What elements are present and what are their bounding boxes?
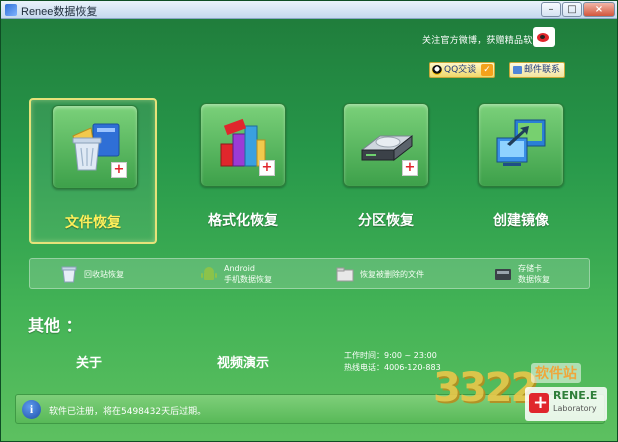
feature-file-recovery[interactable]: + 文件恢复	[29, 98, 157, 244]
android-icon	[201, 267, 217, 280]
hotline: 热线电话：4006-120-883	[344, 363, 441, 372]
sub-label: 回收站恢复	[84, 270, 124, 279]
add-badge-icon: +	[402, 160, 418, 176]
quick-actions-bar: 回收站恢复 Android 手机数据恢复 恢复被删除的文件 存储卡 数据恢复	[29, 258, 590, 289]
sub-android-recovery[interactable]: Android 手机数据恢复	[200, 262, 310, 287]
close-button[interactable]: ×	[583, 2, 615, 17]
sub-label: 恢复被删除的文件	[360, 270, 424, 279]
weibo-icon[interactable]	[533, 27, 555, 47]
other-section-title: 其他 ：	[28, 316, 82, 335]
email-contact-label: 邮件联系	[524, 65, 561, 75]
feature-create-image[interactable]: 创建镜像	[457, 98, 585, 244]
checkmark-icon: ✓	[481, 64, 493, 76]
sub-label: 存储卡	[518, 264, 542, 273]
memory-card-icon	[495, 269, 511, 280]
sub-label-2: 数据恢复	[518, 275, 550, 284]
weibo-follow-text[interactable]: 关注官方微博，获赠精品软件	[422, 33, 542, 46]
feature-label: 文件恢复	[65, 215, 121, 231]
qq-chat-label: QQ交谈	[444, 65, 477, 75]
brand-logo: RENE.E Laboratory	[525, 387, 607, 421]
watermark-site: 软件站	[531, 363, 581, 383]
qq-chat-button[interactable]: QQ交谈 ✓	[429, 62, 495, 78]
image-backup-icon	[496, 119, 546, 166]
feature-label: 格式化恢复	[208, 213, 278, 229]
feature-partition-recovery[interactable]: + 分区恢复	[322, 98, 450, 244]
sub-memory-card-recovery[interactable]: 存储卡 数据恢复	[494, 262, 584, 287]
watermark-number: 3322	[433, 365, 538, 411]
sub-recycle-bin-recovery[interactable]: 回收站恢复	[60, 262, 170, 287]
registration-status: 软件已注册，将在5498432天后过期。	[49, 407, 207, 417]
feature-tile	[478, 103, 564, 187]
about-link[interactable]: 关于	[76, 352, 102, 371]
add-badge-icon: +	[259, 160, 275, 176]
video-demo-link[interactable]: 视频演示	[217, 352, 269, 371]
feature-tile: +	[200, 103, 286, 187]
minimize-button[interactable]: –	[541, 2, 561, 17]
mail-icon	[513, 66, 522, 74]
app-icon	[5, 4, 17, 16]
feature-label: 分区恢复	[358, 213, 414, 229]
brand-name: RENE.E	[553, 389, 598, 402]
renee-logo-icon	[529, 392, 549, 413]
qq-penguin-icon	[432, 65, 442, 75]
sub-label-2: 手机数据恢复	[224, 275, 272, 284]
title-bar[interactable]: Renee数据恢复 – □ ×	[1, 1, 617, 19]
feature-label: 创建镜像	[493, 213, 549, 229]
working-hours: 工作时间：9:00 ~ 23:00	[344, 351, 437, 360]
feature-tile: +	[52, 105, 138, 189]
sub-label: Android	[224, 264, 255, 273]
info-icon: i	[22, 400, 41, 419]
recycle-bin-icon	[61, 266, 77, 283]
feature-format-recovery[interactable]: + 格式化恢复	[179, 98, 307, 244]
window-title: Renee数据恢复	[21, 6, 98, 18]
sub-deleted-file-recovery[interactable]: 恢复被删除的文件	[336, 262, 466, 287]
site-watermark: 3322 软件站 RENE.E Laboratory	[433, 359, 613, 429]
folder-icon	[336, 267, 354, 282]
add-badge-icon: +	[111, 162, 127, 178]
feature-tile: +	[343, 103, 429, 187]
maximize-button[interactable]: □	[562, 2, 582, 17]
app-window: Renee数据恢复 – □ × 关注官方微博，获赠精品软件 QQ交谈 ✓ 邮件联…	[0, 0, 618, 442]
email-contact-button[interactable]: 邮件联系	[509, 62, 565, 78]
brand-sub: Laboratory	[553, 404, 597, 413]
